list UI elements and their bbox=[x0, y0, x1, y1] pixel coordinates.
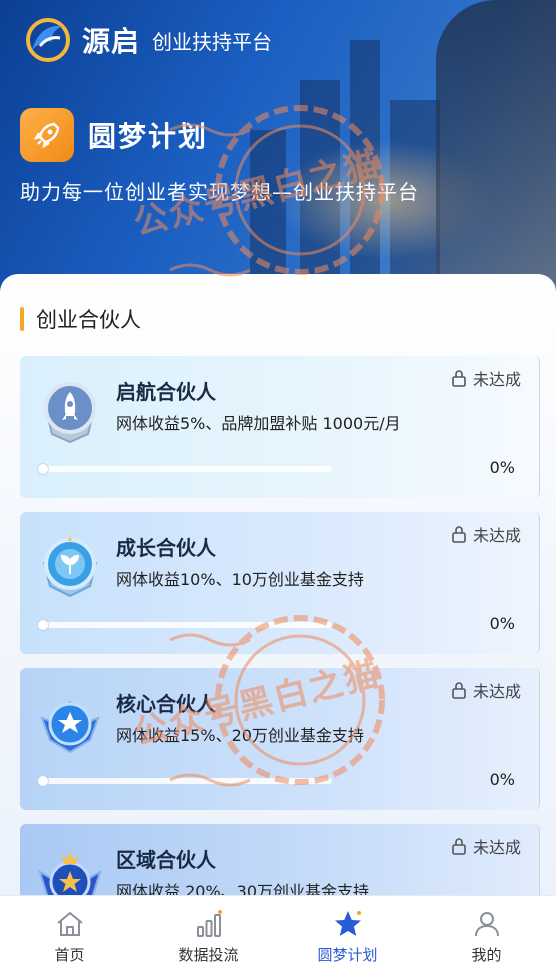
lock-icon bbox=[452, 370, 466, 387]
bottom-tab-bar: 首页 数据投流 圆梦计划 我的 bbox=[0, 895, 556, 965]
status-badge: 未达成 bbox=[451, 678, 521, 702]
lock-icon bbox=[452, 682, 466, 699]
brand-subtitle: 创业扶持平台 bbox=[152, 29, 273, 54]
partner-benefit: 网体收益10%、10万创业基金支持 bbox=[116, 570, 364, 589]
status-badge: 未达成 bbox=[451, 522, 521, 546]
plan-description: 助力每一位创业者实现梦想—创业扶持平台 bbox=[20, 180, 419, 204]
tab-label: 首页 bbox=[54, 946, 85, 964]
brand-name: 源启 bbox=[82, 25, 141, 58]
partner-card-hexin[interactable]: 核心合伙人 网体收益15%、20万创业基金支持 未达成 0% bbox=[20, 668, 540, 810]
star-icon bbox=[334, 911, 361, 936]
plan-title: 圆梦计划 bbox=[88, 120, 209, 153]
star-badge-icon bbox=[40, 700, 100, 754]
partner-name: 核心合伙人 bbox=[116, 692, 216, 716]
tab-label: 数据投流 bbox=[178, 946, 239, 964]
brand-logo-icon bbox=[26, 18, 70, 62]
partner-name: 启航合伙人 bbox=[116, 380, 216, 404]
progress-bar bbox=[38, 464, 332, 474]
progress-text: 0% bbox=[489, 770, 515, 789]
progress-bar bbox=[38, 776, 332, 786]
tab-label: 我的 bbox=[471, 946, 502, 964]
plan-header: 圆梦计划 bbox=[20, 108, 208, 162]
tab-mine[interactable]: 我的 bbox=[417, 896, 556, 965]
tab-home[interactable]: 首页 bbox=[0, 896, 139, 965]
progress-handle bbox=[38, 620, 48, 630]
status-text: 未达成 bbox=[472, 526, 521, 545]
section-title: 创业合伙人 bbox=[36, 308, 141, 332]
lock-icon bbox=[452, 838, 466, 855]
status-text: 未达成 bbox=[472, 370, 521, 389]
tab-dream-plan[interactable]: 圆梦计划 bbox=[278, 896, 417, 965]
partner-name: 区域合伙人 bbox=[116, 848, 216, 872]
status-text: 未达成 bbox=[472, 682, 521, 701]
section-accent-bar bbox=[20, 307, 24, 331]
rocket-badge-icon bbox=[44, 382, 96, 444]
partner-card-qihang[interactable]: 启航合伙人 网体收益5%、品牌加盟补贴 1000元/月 未达成 0% bbox=[20, 356, 540, 498]
app-brand: 源启 创业扶持平台 bbox=[22, 16, 272, 64]
user-icon bbox=[474, 912, 499, 937]
progress-text: 0% bbox=[489, 614, 515, 633]
progress-bar bbox=[38, 620, 332, 630]
partner-benefit: 网体收益15%、20万创业基金支持 bbox=[116, 726, 364, 745]
home-icon bbox=[56, 912, 83, 936]
partner-benefit: 网体收益5%、品牌加盟补贴 1000元/月 bbox=[116, 414, 401, 433]
status-badge: 未达成 bbox=[451, 366, 521, 390]
progress-text: 0% bbox=[489, 458, 515, 477]
status-badge: 未达成 bbox=[451, 834, 521, 858]
status-text: 未达成 bbox=[472, 838, 521, 857]
lock-icon bbox=[452, 526, 466, 543]
rocket-icon bbox=[20, 108, 74, 162]
bar-chart-icon bbox=[196, 910, 222, 937]
tab-label: 圆梦计划 bbox=[317, 946, 378, 964]
section-header: 创业合伙人 bbox=[20, 304, 141, 334]
content-sheet: 创业合伙人 启航合伙人 网体收益5%、品牌加盟补贴 1000元/月 未达成 0% bbox=[0, 274, 556, 965]
sprout-badge-icon bbox=[43, 536, 97, 598]
partner-card-chengzhang[interactable]: 成长合伙人 网体收益10%、10万创业基金支持 未达成 0% bbox=[20, 512, 540, 654]
progress-handle bbox=[38, 776, 48, 786]
partner-name: 成长合伙人 bbox=[116, 536, 216, 560]
tab-data[interactable]: 数据投流 bbox=[139, 896, 278, 965]
progress-handle bbox=[38, 464, 48, 474]
